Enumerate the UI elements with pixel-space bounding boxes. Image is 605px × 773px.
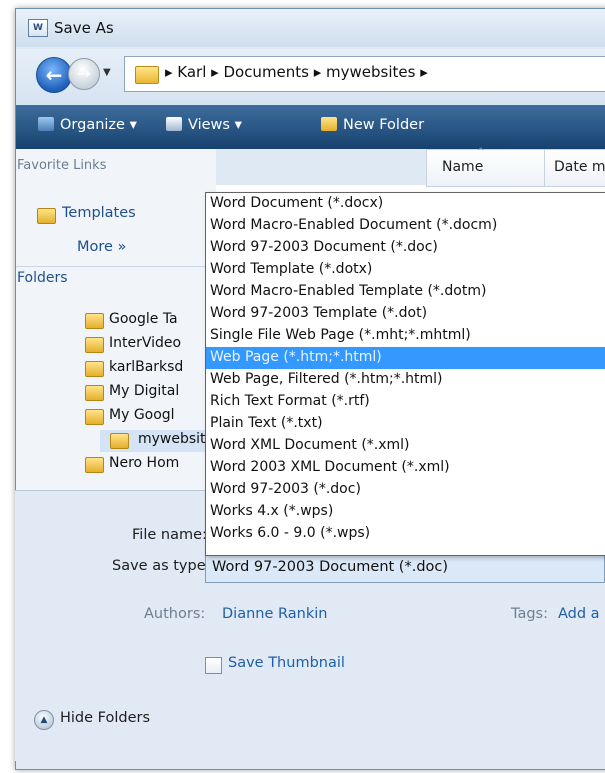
folder-item-selected[interactable]: mywebsite bbox=[100, 430, 215, 452]
recent-pages-dropdown-icon[interactable]: ▼ bbox=[103, 67, 111, 78]
authors-label: Authors: bbox=[144, 606, 206, 622]
new-folder-button[interactable]: New Folder bbox=[321, 117, 424, 133]
save-type-option[interactable]: Web Page, Filtered (*.htm;*.html) bbox=[206, 369, 605, 391]
folder-icon bbox=[110, 433, 129, 449]
save-type-option[interactable]: Works 4.x (*.wps) bbox=[206, 501, 605, 523]
new-folder-icon bbox=[321, 117, 337, 131]
save-as-type-value: Word 97-2003 Document (*.doc) bbox=[212, 559, 449, 575]
address-bar[interactable]: ▸ Karl ▸ Documents ▸ mywebsites ▸ bbox=[124, 56, 605, 92]
option-label: Word Template (*.dotx) bbox=[210, 261, 373, 277]
sort-ascending-icon: ^ bbox=[477, 147, 485, 157]
column-name-label: Name bbox=[442, 159, 484, 175]
folder-item[interactable]: My Googl bbox=[85, 406, 205, 428]
command-toolbar: Organize ▾ Views ▾ New Folder bbox=[16, 105, 605, 149]
organize-icon bbox=[38, 117, 54, 131]
save-type-option[interactable]: Word 97-2003 Template (*.dot) bbox=[206, 303, 605, 325]
save-type-option[interactable]: Word Macro-Enabled Template (*.dotm) bbox=[206, 281, 605, 303]
breadcrumb[interactable]: ▸ Karl ▸ Documents ▸ mywebsites ▸ bbox=[165, 63, 428, 81]
option-label: Word 97-2003 Template (*.dot) bbox=[210, 305, 428, 321]
folder-icon bbox=[85, 361, 104, 377]
folder-icon bbox=[85, 313, 104, 329]
column-header-date[interactable]: Date m bbox=[544, 149, 605, 187]
option-label: Word Document (*.docx) bbox=[210, 195, 384, 211]
option-label: Rich Text Format (*.rtf) bbox=[210, 393, 370, 409]
folder-item[interactable]: karlBarksd bbox=[85, 358, 205, 380]
folder-item[interactable]: Google Ta bbox=[85, 310, 205, 332]
save-type-option[interactable]: Word Template (*.dotx) bbox=[206, 259, 605, 281]
option-label: Word 97-2003 Document (*.doc) bbox=[210, 239, 438, 255]
option-label: Works 4.x (*.wps) bbox=[210, 503, 334, 519]
folder-label: My Googl bbox=[109, 407, 175, 423]
organize-label: Organize ▾ bbox=[60, 117, 137, 133]
views-icon bbox=[166, 117, 182, 131]
save-as-type-select[interactable]: Word 97-2003 Document (*.doc) bbox=[205, 553, 605, 583]
save-type-option[interactable]: Single File Web Page (*.mht;*.mhtml) bbox=[206, 325, 605, 347]
save-type-option[interactable]: Word Document (*.docx) bbox=[206, 193, 605, 215]
forward-button[interactable]: → bbox=[68, 58, 100, 90]
option-label: Word XML Document (*.xml) bbox=[210, 437, 410, 453]
save-type-option[interactable]: Word 97-2003 (*.doc) bbox=[206, 479, 605, 501]
favorite-link-more[interactable]: More » bbox=[77, 239, 126, 255]
folder-icon bbox=[85, 337, 104, 353]
hide-folders-button[interactable]: Hide Folders bbox=[60, 710, 150, 726]
save-thumbnail-label[interactable]: Save Thumbnail bbox=[228, 655, 345, 671]
save-type-option[interactable]: Works 6.0 - 9.0 (*.wps) bbox=[206, 523, 605, 545]
folder-icon bbox=[85, 457, 104, 473]
authors-value[interactable]: Dianne Rankin bbox=[222, 606, 327, 622]
views-label: Views ▾ bbox=[188, 117, 242, 133]
tags-value[interactable]: Add a bbox=[558, 606, 600, 622]
folder-label: Nero Hom bbox=[109, 455, 180, 471]
folder-item[interactable]: My Digital bbox=[85, 382, 205, 404]
file-name-label: File name: bbox=[132, 527, 207, 543]
word-document-icon: W bbox=[28, 19, 48, 37]
save-type-option[interactable]: Rich Text Format (*.rtf) bbox=[206, 391, 605, 413]
hide-folders-icon[interactable]: ▲ bbox=[34, 710, 54, 730]
title-bar: W Save As bbox=[16, 9, 605, 47]
folder-item[interactable]: Nero Hom bbox=[85, 454, 205, 476]
column-date-label: Date m bbox=[554, 159, 605, 175]
folder-label: My Digital bbox=[109, 383, 180, 399]
folder-label: karlBarksd bbox=[109, 359, 184, 375]
save-type-dropdown-list[interactable]: Word Document (*.docx) Word Macro-Enable… bbox=[205, 192, 605, 556]
favorite-links-heading: Favorite Links bbox=[17, 158, 107, 173]
option-label: Word Macro-Enabled Document (*.docm) bbox=[210, 217, 498, 233]
folder-item[interactable]: InterVideo bbox=[85, 334, 205, 356]
back-button[interactable]: ← bbox=[36, 57, 72, 93]
option-label: Word Macro-Enabled Template (*.dotm) bbox=[210, 283, 487, 299]
organize-menu[interactable]: Organize ▾ bbox=[38, 117, 137, 133]
folder-label: Google Ta bbox=[109, 311, 178, 327]
divider bbox=[16, 266, 216, 267]
save-type-option[interactable]: Plain Text (*.txt) bbox=[206, 413, 605, 435]
column-header-name[interactable]: Name ^ bbox=[426, 147, 546, 187]
window-title: Save As bbox=[54, 19, 114, 37]
save-type-option[interactable]: Word Macro-Enabled Document (*.docm) bbox=[206, 215, 605, 237]
folder-icon bbox=[135, 66, 159, 84]
save-type-option-highlighted[interactable]: Web Page (*.htm;*.html) bbox=[206, 347, 605, 369]
folder-label: InterVideo bbox=[109, 335, 182, 351]
option-label: Word 2003 XML Document (*.xml) bbox=[210, 459, 450, 475]
option-label: Word 97-2003 (*.doc) bbox=[210, 481, 361, 497]
option-label: Single File Web Page (*.mht;*.mhtml) bbox=[210, 327, 471, 343]
option-label: Web Page (*.htm;*.html) bbox=[210, 349, 382, 365]
option-label: Web Page, Filtered (*.htm;*.html) bbox=[210, 371, 443, 387]
favorite-link-templates[interactable]: Templates bbox=[62, 205, 136, 221]
option-label: Plain Text (*.txt) bbox=[210, 415, 323, 431]
save-type-option[interactable]: Word 2003 XML Document (*.xml) bbox=[206, 457, 605, 479]
views-menu[interactable]: Views ▾ bbox=[166, 117, 242, 133]
save-thumbnail-checkbox[interactable] bbox=[205, 657, 222, 674]
folder-label: mywebsite bbox=[138, 431, 215, 447]
option-label: Works 6.0 - 9.0 (*.wps) bbox=[210, 525, 371, 541]
folder-icon bbox=[37, 208, 56, 224]
tags-label: Tags: bbox=[511, 606, 548, 622]
save-type-option[interactable]: Word XML Document (*.xml) bbox=[206, 435, 605, 457]
folder-icon bbox=[85, 385, 104, 401]
save-as-type-label: Save as type: bbox=[112, 558, 211, 574]
folders-heading[interactable]: Folders bbox=[17, 270, 68, 286]
folder-icon bbox=[85, 409, 104, 425]
save-type-option[interactable]: Word 97-2003 Document (*.doc) bbox=[206, 237, 605, 259]
new-folder-label: New Folder bbox=[343, 117, 425, 133]
